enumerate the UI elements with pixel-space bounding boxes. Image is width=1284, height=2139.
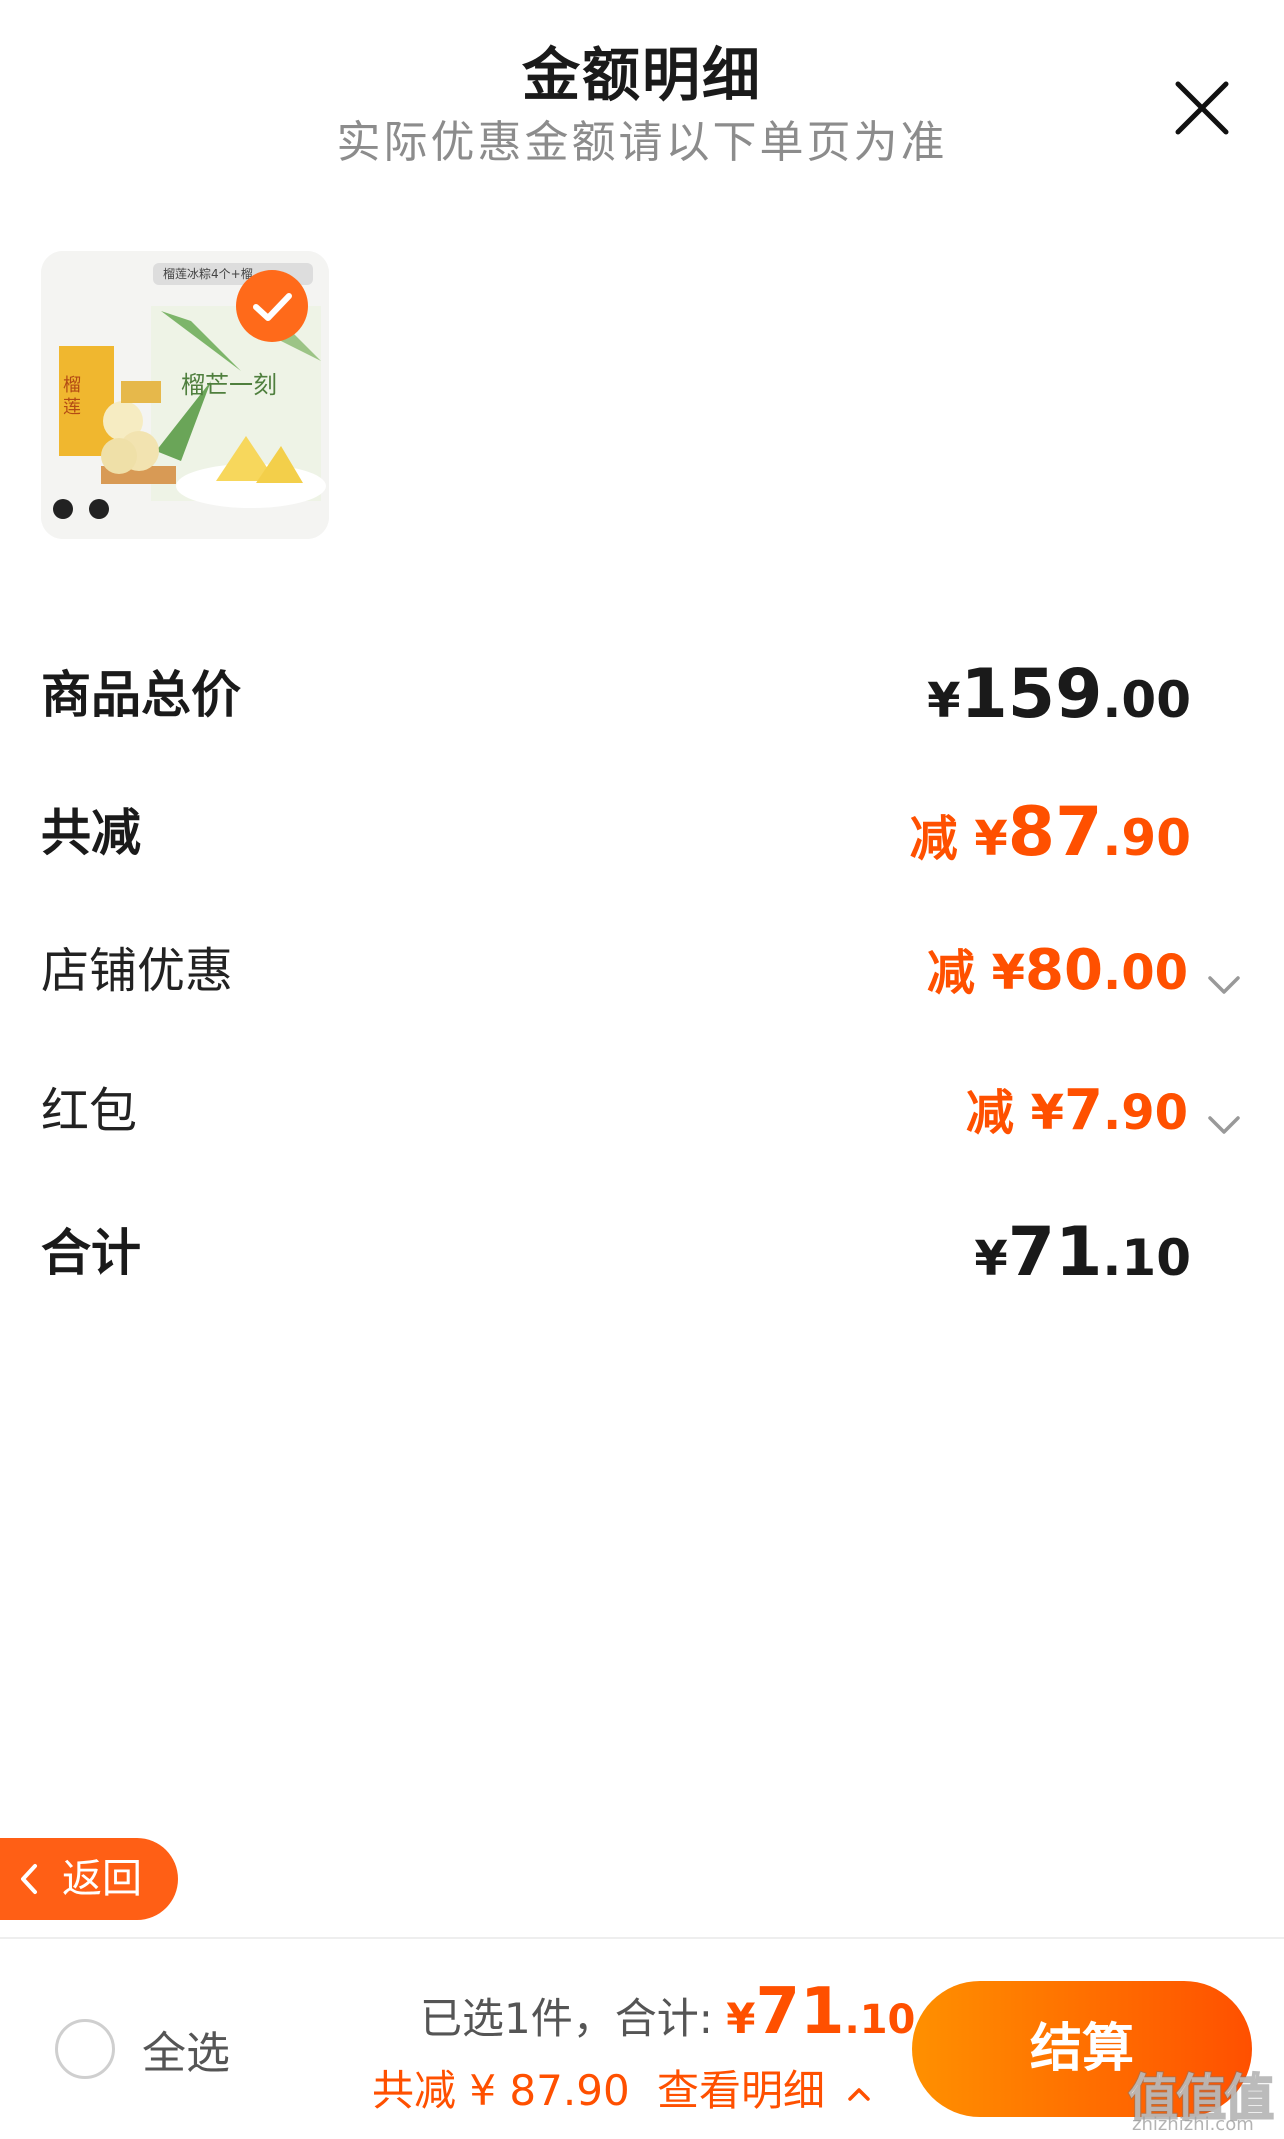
total-price-value: ¥159.00 bbox=[927, 655, 1191, 734]
close-button[interactable] bbox=[1170, 76, 1234, 140]
sum-row: 合计 ¥71.10 bbox=[41, 1203, 1191, 1303]
back-button[interactable]: 返回 bbox=[0, 1838, 178, 1920]
sum-value: ¥71.10 bbox=[974, 1213, 1191, 1292]
selected-count-text: 已选1件，合计: bbox=[420, 1994, 713, 2043]
page-title: 金额明细 bbox=[521, 41, 762, 109]
close-icon bbox=[1175, 81, 1229, 135]
chevron-up-icon bbox=[848, 2087, 871, 2101]
discount-detail-link[interactable]: 共减 ¥ 87.90 查看明细 bbox=[372, 2057, 874, 2118]
select-all-label[interactable]: 全选 bbox=[142, 2017, 230, 2081]
view-detail-label: 查看明细 bbox=[657, 2066, 826, 2115]
shop-discount-value: 减 ¥80.00 bbox=[927, 921, 1246, 1034]
page-subtitle: 实际优惠金额请以下单页为准 bbox=[336, 117, 948, 168]
svg-text:榴芒一刻: 榴芒一刻 bbox=[181, 371, 277, 399]
svg-text:榴: 榴 bbox=[63, 375, 81, 396]
shop-discount-row[interactable]: 店铺优惠 减 ¥80.00 bbox=[41, 921, 1246, 1021]
red-packet-value: 减 ¥7.90 bbox=[966, 1061, 1246, 1174]
total-discount-row: 共减 减 ¥87.90 bbox=[41, 783, 1191, 883]
bottom-discount-text: 共减 ¥ 87.90 bbox=[372, 2066, 630, 2115]
bottom-total: ¥71.10 bbox=[726, 1975, 916, 2049]
total-discount-label: 共减 bbox=[41, 804, 141, 862]
chevron-down-icon[interactable] bbox=[1202, 963, 1246, 1007]
chevron-left-icon bbox=[21, 1864, 37, 1894]
svg-text:莲: 莲 bbox=[63, 397, 81, 418]
bottom-bar: 全选 已选1件，合计: ¥71.10 共减 ¥ 87.90 查看明细 结算 bbox=[0, 1937, 1284, 2139]
total-discount-value: 减 ¥87.90 bbox=[909, 793, 1191, 872]
watermark-logo: 值值值 zhizhizhi.com bbox=[1127, 2068, 1275, 2135]
total-price-label: 商品总价 bbox=[41, 666, 241, 724]
back-button-label: 返回 bbox=[62, 1856, 142, 1902]
chevron-down-icon[interactable] bbox=[1202, 1103, 1246, 1147]
red-packet-label: 红包 bbox=[41, 1083, 138, 1139]
shop-discount-label: 店铺优惠 bbox=[41, 943, 234, 999]
selected-summary: 已选1件，合计: ¥71.10 bbox=[420, 1975, 915, 2049]
product-thumbnail[interactable]: 榴芒一刻 榴 莲 榴莲冰粽4个+榴... bbox=[41, 251, 329, 539]
check-icon[interactable] bbox=[234, 268, 310, 344]
red-packet-row[interactable]: 红包 减 ¥7.90 bbox=[41, 1061, 1246, 1161]
select-all-checkbox[interactable] bbox=[55, 2019, 115, 2079]
sum-label: 合计 bbox=[41, 1224, 141, 1282]
total-price-row: 商品总价 ¥159.00 bbox=[41, 645, 1191, 745]
